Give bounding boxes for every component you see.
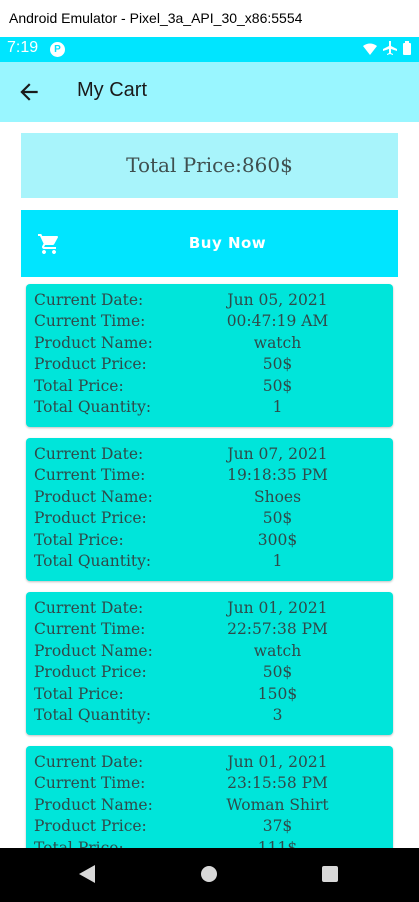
buy-now-label: Buy Now bbox=[188, 234, 267, 252]
field-value: 50$ bbox=[262, 509, 293, 528]
field-value: Woman Shirt bbox=[226, 795, 329, 814]
order-row-total: Total Price: 300$ bbox=[34, 529, 385, 551]
order-card[interactable]: Current Date: Jun 01, 2021 Current Time: 2… bbox=[26, 746, 393, 848]
field-label: Current Date: bbox=[34, 598, 144, 617]
field-value: 111$ bbox=[257, 838, 298, 848]
field-value: 300$ bbox=[257, 530, 298, 549]
field-label: Total Quantity: bbox=[34, 552, 152, 571]
order-row-time: Current Time: 19:18:35 PM bbox=[34, 465, 385, 487]
field-value: 23:15:58 PM bbox=[227, 774, 328, 793]
order-row-price: Product Price: 37$ bbox=[34, 816, 385, 838]
order-card[interactable]: Current Date: Jun 05, 2021 Current Time: 0… bbox=[26, 284, 393, 427]
order-row-quantity: Total Quantity: 3 bbox=[34, 705, 385, 727]
order-row-quantity: Total Quantity: 1 bbox=[34, 397, 385, 419]
field-label: Total Quantity: bbox=[34, 398, 152, 417]
field-label: Current Time: bbox=[34, 312, 146, 331]
field-label: Product Name: bbox=[34, 641, 153, 660]
field-label: Current Time: bbox=[34, 620, 146, 639]
field-value: 3 bbox=[272, 706, 283, 725]
nav-home-icon[interactable] bbox=[201, 866, 217, 882]
field-label: Total Price: bbox=[34, 530, 124, 549]
order-row-time: Current Time: 22:57:38 PM bbox=[34, 619, 385, 641]
window-title: Android Emulator - Pixel_3a_API_30_x86:5… bbox=[0, 0, 419, 37]
order-row-name: Product Name: Shoes bbox=[34, 486, 385, 508]
system-nav-bar bbox=[0, 848, 419, 902]
battery-icon bbox=[403, 41, 411, 60]
field-value: 1 bbox=[272, 398, 283, 417]
order-card[interactable]: Current Date: Jun 07, 2021 Current Time: 1… bbox=[26, 438, 393, 581]
arrow-left-icon[interactable] bbox=[16, 79, 42, 105]
order-row-time: Current Time: 00:47:19 AM bbox=[34, 311, 385, 333]
field-value: 00:47:19 AM bbox=[226, 312, 329, 331]
buy-now-button[interactable]: Buy Now bbox=[21, 210, 398, 277]
field-value: 37$ bbox=[262, 817, 293, 836]
order-row-name: Product Name: watch bbox=[34, 640, 385, 662]
field-value: 50$ bbox=[262, 355, 293, 374]
field-value: Shoes bbox=[253, 487, 302, 506]
field-label: Product Price: bbox=[34, 509, 147, 528]
order-row-price: Product Price: 50$ bbox=[34, 508, 385, 530]
order-row-price: Product Price: 50$ bbox=[34, 662, 385, 684]
order-list[interactable]: Current Date: Jun 05, 2021 Current Time: 0… bbox=[26, 284, 393, 848]
order-row-date: Current Date: Jun 07, 2021 bbox=[34, 443, 385, 465]
status-bar: 7:19 P bbox=[0, 37, 419, 62]
field-label: Current Date: bbox=[34, 444, 144, 463]
order-row-date: Current Date: Jun 01, 2021 bbox=[34, 597, 385, 619]
field-label: Product Name: bbox=[34, 333, 153, 352]
field-label: Current Date: bbox=[34, 290, 144, 309]
field-label: Current Date: bbox=[34, 752, 144, 771]
field-label: Total Price: bbox=[34, 684, 124, 703]
field-label: Total Price: bbox=[34, 838, 124, 848]
field-value: watch bbox=[253, 333, 302, 352]
field-label: Product Price: bbox=[34, 355, 147, 374]
field-label: Product Price: bbox=[34, 817, 147, 836]
airplane-icon bbox=[383, 41, 397, 60]
order-row-total: Total Price: 111$ bbox=[34, 837, 385, 848]
wifi-icon bbox=[363, 42, 377, 60]
field-value: 150$ bbox=[257, 684, 298, 703]
field-label: Product Price: bbox=[34, 663, 147, 682]
order-row-date: Current Date: Jun 01, 2021 bbox=[34, 751, 385, 773]
field-value: 50$ bbox=[262, 663, 293, 682]
nav-recent-icon[interactable] bbox=[322, 866, 338, 882]
order-row-name: Product Name: watch bbox=[34, 332, 385, 354]
status-time: 7:19 bbox=[7, 39, 39, 56]
field-value: 1 bbox=[272, 552, 283, 571]
field-label: Product Name: bbox=[34, 487, 153, 506]
order-row-price: Product Price: 50$ bbox=[34, 354, 385, 376]
field-value: watch bbox=[253, 641, 302, 660]
order-card[interactable]: Current Date: Jun 01, 2021 Current Time: 2… bbox=[26, 592, 393, 735]
field-value: 19:18:35 PM bbox=[227, 466, 328, 485]
field-label: Total Price: bbox=[34, 376, 124, 395]
field-value: 50$ bbox=[262, 376, 293, 395]
order-row-time: Current Time: 23:15:58 PM bbox=[34, 773, 385, 795]
app-bar: My Cart bbox=[0, 62, 419, 122]
nav-back-icon[interactable] bbox=[79, 865, 95, 887]
page-title: My Cart bbox=[77, 79, 147, 101]
cart-content[interactable]: Total Price:860$ Buy Now Current Date: Ju… bbox=[0, 122, 419, 848]
field-value: Jun 05, 2021 bbox=[227, 290, 328, 309]
field-label: Total Quantity: bbox=[34, 706, 152, 725]
order-row-name: Product Name: Woman Shirt bbox=[34, 794, 385, 816]
field-label: Current Time: bbox=[34, 466, 146, 485]
order-row-total: Total Price: 150$ bbox=[34, 683, 385, 705]
field-label: Current Time: bbox=[34, 774, 146, 793]
field-value: 22:57:38 PM bbox=[227, 620, 328, 639]
total-price-summary: Total Price:860$ bbox=[21, 133, 398, 198]
field-value: Jun 01, 2021 bbox=[227, 598, 328, 617]
order-row-total: Total Price: 50$ bbox=[34, 375, 385, 397]
field-value: Jun 01, 2021 bbox=[227, 752, 328, 771]
field-value: Jun 07, 2021 bbox=[227, 444, 328, 463]
p-icon: P bbox=[50, 42, 65, 57]
order-row-quantity: Total Quantity: 1 bbox=[34, 551, 385, 573]
field-label: Product Name: bbox=[34, 795, 153, 814]
order-row-date: Current Date: Jun 05, 2021 bbox=[34, 289, 385, 311]
status-icons bbox=[363, 41, 411, 60]
